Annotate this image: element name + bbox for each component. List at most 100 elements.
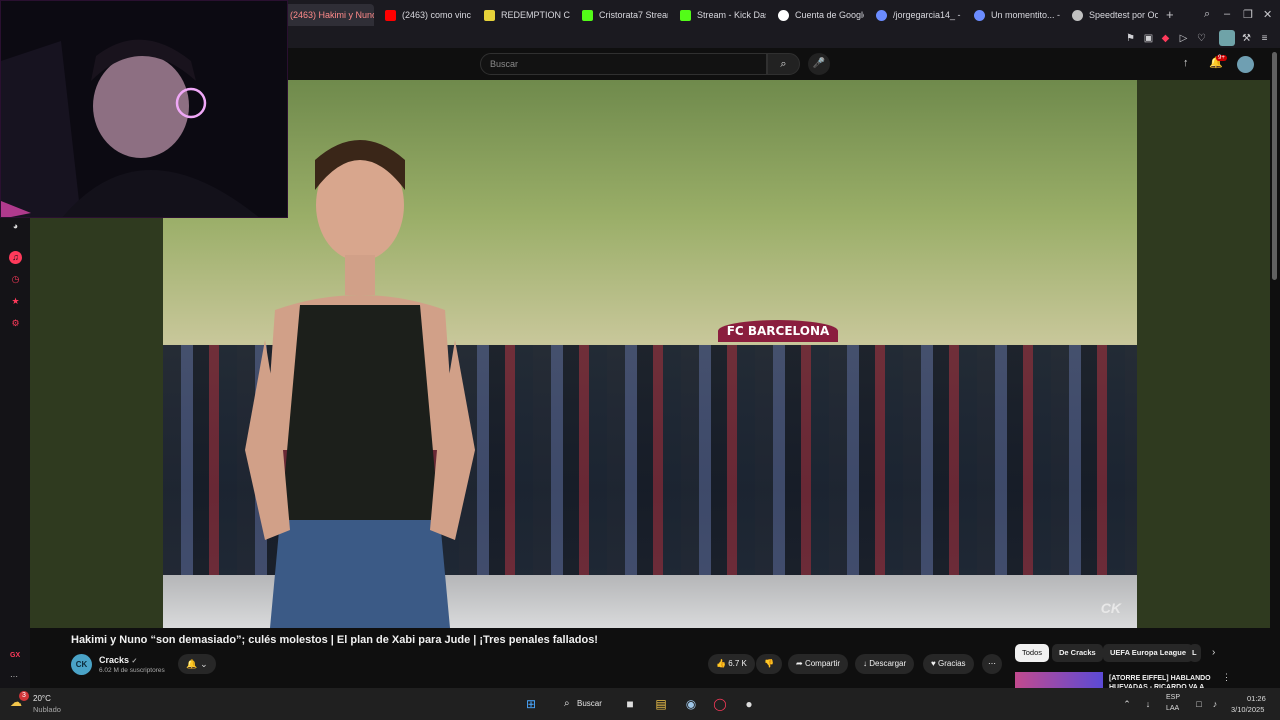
clock-date[interactable]: 3/10/2025: [1231, 705, 1264, 714]
upload-icon[interactable]: ↑: [1183, 57, 1189, 69]
tab-cristorata7[interactable]: Cristorata7 Stream: [574, 4, 668, 26]
windows-taskbar: ☁ 3 20°C Nublado ⊞ ⌕ Buscar ■ ▤ ◉ ◯ ● ⌃ …: [0, 688, 1280, 720]
suggested-video-thumbnail: [1015, 672, 1103, 688]
search-input[interactable]: Buscar: [480, 53, 767, 75]
page-scrollbar[interactable]: [1272, 52, 1277, 280]
download-button[interactable]: ↓ Descargar: [855, 654, 915, 674]
menu-icon[interactable]: ≡: [1258, 32, 1271, 45]
tab-redemption[interactable]: REDEMPTION CEI: [476, 4, 570, 26]
chip-uefa-europa-league[interactable]: UEFA Europa League: [1103, 644, 1193, 662]
thanks-button[interactable]: ♥ Gracias: [923, 654, 974, 674]
tab-label: Cuenta de Google: [795, 10, 864, 20]
tab-speedtest[interactable]: Speedtest por Ool: [1064, 4, 1158, 26]
search-button[interactable]: ⌕: [767, 53, 800, 75]
more-actions-button[interactable]: ⋯: [982, 654, 1002, 674]
kick-icon: [680, 9, 691, 21]
chip-all[interactable]: Todos: [1015, 644, 1050, 662]
input-layout[interactable]: LAA: [1166, 705, 1179, 712]
close-window-button[interactable]: ✕: [1263, 8, 1272, 21]
snapshot-icon[interactable]: ▣: [1142, 32, 1155, 45]
chips-next-arrow-icon[interactable]: ›: [1212, 647, 1215, 658]
extensions-icon[interactable]: ★: [9, 295, 22, 308]
tab-label: /jorgegarcia14_ -: [893, 10, 961, 20]
task-view-icon[interactable]: ■: [622, 696, 638, 712]
microphone-icon: 🎤: [812, 58, 826, 69]
tab-label: REDEMPTION CEI: [501, 10, 570, 20]
thumbs-down-icon: 👎: [764, 659, 774, 668]
input-language[interactable]: ESP: [1166, 694, 1180, 701]
profile-avatar[interactable]: [1219, 30, 1235, 46]
google-icon: [778, 9, 789, 21]
streamer-webcam-image: [1, 1, 287, 217]
tray-chevron-icon[interactable]: ⌃: [1119, 696, 1135, 712]
tab-label: (2463) como vinc: [402, 10, 471, 20]
subscriber-count: 6.02 M de suscriptores: [99, 667, 165, 674]
extensions-icon[interactable]: ⚒: [1240, 32, 1253, 45]
heart-icon[interactable]: ♡: [1195, 32, 1208, 45]
obs-icon[interactable]: ●: [741, 696, 757, 712]
network-icon[interactable]: □: [1191, 696, 1207, 712]
notifications-badge: 9+: [1216, 55, 1227, 61]
channel-watermark: CK: [1100, 600, 1121, 616]
subscription-bell-button[interactable]: 🔔 ⌄: [178, 654, 216, 674]
globe-icon: [974, 9, 985, 21]
settings-gear-icon[interactable]: ⚙: [9, 317, 22, 330]
search-tabs-icon[interactable]: ⌕: [1204, 8, 1210, 21]
file-explorer-icon[interactable]: ▤: [653, 696, 669, 712]
minimize-button[interactable]: –: [1224, 8, 1230, 20]
weather-description: Nublado: [33, 705, 61, 714]
tab-hakimi-y-nuno[interactable]: (2463) Hakimi y Nuno: [282, 4, 374, 26]
windows-start-icon[interactable]: ⊞: [523, 696, 539, 712]
channel-name-label: Cracks: [99, 655, 130, 665]
dislike-button[interactable]: 👎: [756, 654, 782, 674]
play-icon[interactable]: ▷: [1177, 32, 1190, 45]
shield-icon[interactable]: ◆: [1159, 32, 1172, 45]
discord-icon[interactable]: ◕: [9, 220, 22, 233]
tab-un-momentito[interactable]: Un momentito... -: [966, 4, 1060, 26]
steam-icon[interactable]: ◉: [683, 696, 699, 712]
account-avatar[interactable]: [1237, 56, 1254, 73]
new-tab-button[interactable]: +: [1166, 7, 1174, 22]
history-icon[interactable]: ◷: [9, 273, 22, 286]
opera-gx-sidebar: ◕ ♫ ◷ ★ ⚙ GX ···: [0, 218, 30, 688]
taskbar-search[interactable]: ⌕ Buscar: [556, 695, 606, 713]
music-player-icon[interactable]: ♫: [9, 251, 22, 264]
microphone-tray-icon[interactable]: ↓: [1140, 696, 1156, 712]
voice-search-button[interactable]: 🎤: [808, 53, 830, 75]
fc-barcelona-banner: FC BARCELONA: [718, 320, 838, 342]
more-icon[interactable]: ···: [10, 672, 18, 681]
share-button[interactable]: ➦ Compartir: [788, 654, 849, 674]
channel-avatar[interactable]: CK: [71, 654, 92, 675]
share-icon: ➦: [796, 659, 803, 668]
tab-label: (2463) Hakimi y Nuno: [290, 10, 374, 20]
tab-label: Un momentito... -: [991, 10, 1060, 20]
kick-icon: [484, 9, 495, 21]
kick-icon: [582, 9, 593, 21]
webcam-overlay: [0, 0, 288, 218]
maximize-button[interactable]: ❐: [1243, 8, 1253, 21]
thanks-label: Gracias: [937, 659, 966, 668]
opera-gx-icon[interactable]: ◯: [712, 696, 728, 712]
tab-kick-dashboard[interactable]: Stream - Kick Das: [672, 4, 766, 26]
like-count: 6.7 K: [728, 659, 747, 668]
thumbs-up-icon: 👍: [716, 659, 726, 668]
chip-partial[interactable]: L: [1189, 644, 1201, 662]
github-icon: [1072, 9, 1083, 21]
clock-time[interactable]: 01:26: [1247, 694, 1266, 703]
weather-widget[interactable]: ☁ 3 20°C Nublado: [10, 691, 90, 716]
tab-google-account[interactable]: Cuenta de Google: [770, 4, 864, 26]
gx-label[interactable]: GX: [10, 652, 20, 659]
tab-label: Stream - Kick Das: [697, 10, 766, 20]
channel-name[interactable]: Cracks ✓: [99, 655, 137, 665]
chip-de-cracks[interactable]: De Cracks: [1052, 644, 1103, 662]
suggested-video[interactable]: [ATORRE EIFFEL] HABLANDO HUEVADAS - RICA…: [1015, 672, 1220, 688]
youtube-icon: [385, 9, 396, 21]
taskbar-search-label: Buscar: [577, 699, 602, 708]
like-button[interactable]: 👍 6.7 K: [708, 654, 755, 674]
pin-icon[interactable]: ⚑: [1124, 32, 1137, 45]
tab-como-vinc[interactable]: (2463) como vinc: [377, 4, 471, 26]
download-label: Descargar: [869, 659, 907, 668]
tab-jorgegarcia14[interactable]: /jorgegarcia14_ -: [868, 4, 962, 26]
suggestion-menu-icon[interactable]: ⋮: [1222, 672, 1231, 683]
volume-icon[interactable]: ♪: [1207, 696, 1223, 712]
